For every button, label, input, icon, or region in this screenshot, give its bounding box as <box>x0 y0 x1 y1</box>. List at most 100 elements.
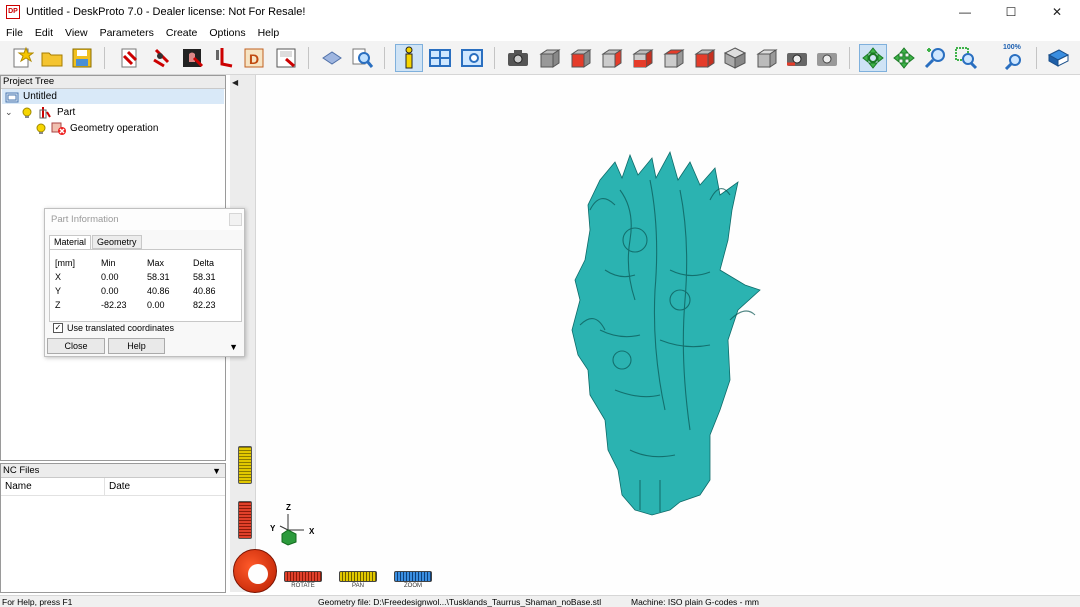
part-information-dialog: Part Information Material Geometry [mm] … <box>44 208 245 357</box>
view-back-button[interactable] <box>566 44 594 72</box>
zoom-icon <box>924 48 945 69</box>
view-top-button[interactable] <box>659 44 687 72</box>
dropdown-arrow-icon[interactable]: ▼ <box>212 465 221 478</box>
load-3d-button[interactable] <box>318 44 346 72</box>
row-z-axis: Z <box>55 300 61 310</box>
view-iso2-button[interactable] <box>752 44 780 72</box>
lightbulb-icon[interactable] <box>35 123 47 135</box>
view-reset-button[interactable] <box>783 44 811 72</box>
translated-coordinates-checkbox[interactable]: ✓ <box>53 323 63 333</box>
snapshot-button[interactable] <box>504 44 532 72</box>
units-header: [mm] <box>55 258 75 268</box>
rotate-slider[interactable] <box>284 571 322 582</box>
tab-material[interactable]: Material <box>49 235 92 250</box>
view-iso-button[interactable] <box>721 44 749 72</box>
zoom-slider[interactable] <box>394 571 432 582</box>
maximize-button[interactable]: ☐ <box>988 0 1034 24</box>
part-parameters-button[interactable] <box>426 44 454 72</box>
rotate-gauge[interactable] <box>238 501 252 539</box>
menu-edit[interactable]: Edit <box>29 27 59 39</box>
cube-back-icon <box>570 49 592 68</box>
window-controls: — ☐ ✕ <box>942 0 1080 24</box>
close-button[interactable]: Close <box>47 338 105 354</box>
help-button[interactable]: Help <box>108 338 165 354</box>
drawing-button[interactable]: D <box>240 44 268 72</box>
lightbulb-icon[interactable] <box>21 107 33 119</box>
expand-chevron-icon[interactable]: ⌄ <box>5 107 15 118</box>
menu-help[interactable]: Help <box>252 27 286 39</box>
drawing-icon: D <box>244 48 264 68</box>
magnify-icon <box>352 48 374 68</box>
information-icon <box>405 46 413 69</box>
view-left-button[interactable] <box>597 44 625 72</box>
column-name[interactable]: Name <box>1 478 105 495</box>
row-z-max: 0.00 <box>147 300 165 310</box>
column-date[interactable]: Date <box>105 478 225 495</box>
row-x-delta: 58.31 <box>193 272 216 282</box>
view-fit-button[interactable] <box>813 44 841 72</box>
cube-top-icon <box>663 49 685 68</box>
menu-file[interactable]: File <box>0 27 29 39</box>
collapse-panel-icon[interactable]: ◀ <box>232 78 238 87</box>
axis-z-label: Z <box>286 503 291 512</box>
cube-iso-icon <box>723 47 747 69</box>
menu-options[interactable]: Options <box>203 27 251 39</box>
import-bitmap-button[interactable] <box>178 44 206 72</box>
translated-coordinates-option[interactable]: ✓ Use translated coordinates <box>53 323 174 333</box>
parameters-grid-icon <box>429 49 451 67</box>
magnify-preview-button[interactable] <box>348 44 376 72</box>
pan-view-button[interactable] <box>890 44 918 72</box>
tree-item-operation[interactable]: Geometry operation <box>35 121 158 136</box>
part-icon <box>39 106 51 118</box>
dialog-title: Part Information <box>51 214 119 225</box>
zoom-box-button[interactable] <box>952 44 980 72</box>
cube-left-icon <box>601 49 623 68</box>
pan-slider[interactable] <box>339 571 377 582</box>
save-nc-button[interactable] <box>272 44 300 72</box>
menu-view[interactable]: View <box>59 27 94 39</box>
shaman-model[interactable] <box>560 150 770 522</box>
rotate-label: ROTATE <box>291 583 315 589</box>
pan-arrows-icon <box>893 47 915 69</box>
save-project-button[interactable] <box>68 44 96 72</box>
status-machine: Machine: ISO plain G-codes - mm <box>631 597 760 607</box>
dialog-title-bar[interactable]: Part Information <box>45 209 244 230</box>
expand-dialog-icon[interactable]: ▼ <box>229 342 238 352</box>
view-front-button[interactable] <box>535 44 563 72</box>
zoom-window-button[interactable] <box>921 44 949 72</box>
title-bar: DP Untitled - DeskProto 7.0 - Dealer lic… <box>0 0 1080 24</box>
operation-parameters-button[interactable] <box>458 44 486 72</box>
nc-files-panel: NC Files ▼ Name Date <box>0 463 226 593</box>
import-vector-button[interactable] <box>148 44 176 72</box>
import-bitmap-icon <box>183 49 204 68</box>
minimize-button[interactable]: — <box>942 0 988 24</box>
row-x-axis: X <box>55 272 62 282</box>
menu-parameters[interactable]: Parameters <box>94 27 160 39</box>
zoom-label: ZOOM <box>404 583 422 589</box>
operation-parameters-icon <box>461 49 483 67</box>
menu-create[interactable]: Create <box>160 27 204 39</box>
tab-geometry[interactable]: Geometry <box>92 235 142 249</box>
import-geometry-button[interactable] <box>116 44 144 72</box>
new-project-button[interactable] <box>8 44 36 72</box>
pan-label: PAN <box>352 583 364 589</box>
rotate-view-button[interactable] <box>859 44 887 72</box>
status-help: For Help, press F1 <box>2 597 73 607</box>
dialog-close-icon[interactable] <box>229 213 242 226</box>
axis-y-label: Y <box>270 524 276 533</box>
close-window-button[interactable]: ✕ <box>1034 0 1080 24</box>
menu-bar: File Edit View Parameters Create Options… <box>0 24 1080 41</box>
cube-right-icon <box>632 49 654 68</box>
view-bottom-button[interactable] <box>690 44 718 72</box>
part-import-button[interactable] <box>210 44 238 72</box>
nc-files-title: NC Files <box>3 465 40 476</box>
zoom-100-button[interactable]: 100% <box>1000 44 1028 72</box>
view-right-button[interactable] <box>628 44 656 72</box>
tree-item-part[interactable]: ⌄ Part <box>5 105 75 120</box>
part-information-button[interactable] <box>395 44 423 72</box>
open-project-button[interactable] <box>38 44 66 72</box>
pan-gauge[interactable] <box>238 446 252 484</box>
rotate-dial[interactable] <box>233 549 277 593</box>
tree-item-root[interactable]: Untitled <box>2 89 224 104</box>
help-book-button[interactable] <box>1044 44 1072 72</box>
